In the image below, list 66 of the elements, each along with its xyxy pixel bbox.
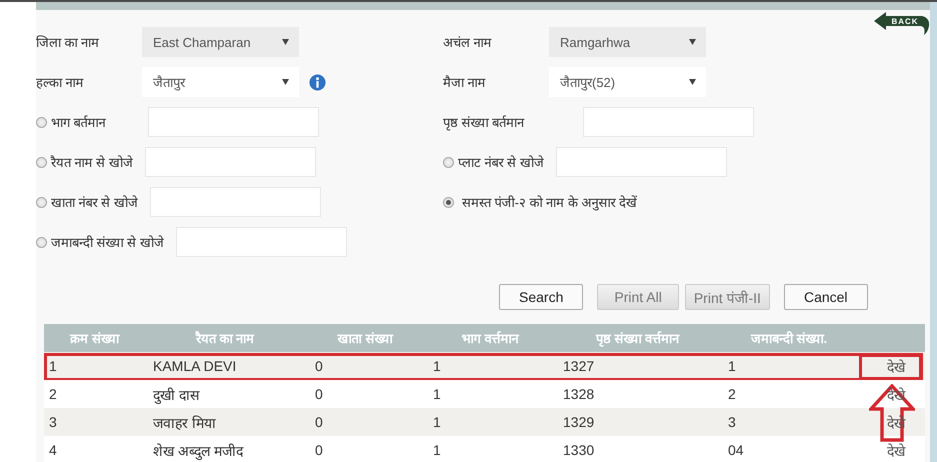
field-label: हल्का नाम <box>36 74 85 91</box>
column-header: खाता संख्या <box>336 330 394 347</box>
back-button[interactable]: BACK <box>874 12 930 36</box>
view-link[interactable]: देखे <box>887 356 905 376</box>
table-cell-text: 1328 <box>562 386 596 402</box>
table-cell-text: 04 <box>727 442 745 458</box>
table-cell-text: 0 <box>314 414 324 430</box>
info-icon[interactable] <box>309 74 326 90</box>
radio-button[interactable] <box>443 156 454 168</box>
table-cell-text: 1330 <box>562 442 596 458</box>
caret-icon <box>689 39 696 45</box>
table-cell-text: 3 <box>48 414 58 430</box>
radio-button[interactable] <box>36 196 47 208</box>
table-cell-text: 2 <box>727 386 737 402</box>
input-field[interactable] <box>176 227 347 257</box>
callout-arrow <box>869 384 915 442</box>
table-cell-text: 1 <box>727 358 737 374</box>
column-header: भाग वर्त्तमान <box>460 330 520 347</box>
input-field[interactable] <box>150 187 321 217</box>
table-cell-text: दुखी दास <box>152 386 201 404</box>
table-cell-text: 1 <box>432 386 442 402</box>
view-link[interactable]: देखे <box>887 440 905 460</box>
table-cell-text: 1 <box>48 358 58 374</box>
table-cell-text: जवाहर मिया <box>152 414 217 432</box>
field-label: पृष्ठ संख्या बर्तमान <box>443 114 526 131</box>
table-cell-text: 0 <box>314 442 324 458</box>
action-button[interactable]: Search <box>499 284 584 310</box>
caret-icon <box>689 79 696 85</box>
radio-button[interactable] <box>36 156 47 168</box>
field-label: जिला का नाम <box>36 34 100 51</box>
field-label: रैयत नाम से खोजे <box>51 154 133 171</box>
radio-button[interactable] <box>36 116 47 128</box>
input-field[interactable] <box>144 147 316 177</box>
table-cell-text: 3 <box>727 414 737 430</box>
table-cell-text: 2 <box>48 386 58 402</box>
field-label: मैजा नाम <box>443 74 487 91</box>
column-header: रैयत का नाम <box>194 330 256 347</box>
field-label: अचंल नाम <box>443 34 493 51</box>
table-cell-text: 1 <box>432 358 442 374</box>
table-cell-text: 1329 <box>562 414 596 430</box>
column-header: क्रम संख्या <box>68 330 121 347</box>
column-header: जमाबन्दी संख्या. <box>750 330 828 347</box>
table-cell-text: 4 <box>48 442 58 458</box>
input-field[interactable] <box>556 147 727 177</box>
table-cell-text: 1 <box>432 414 442 430</box>
dropdown[interactable]: जैतापुर <box>142 67 299 97</box>
option-label: समस्त पंजी-२ को नाम के अनुसार देखें <box>462 194 637 211</box>
action-button[interactable]: Cancel <box>784 284 868 310</box>
table-cell-text: 0 <box>314 358 324 374</box>
field-label: प्लाट नंबर से खोजे <box>458 154 544 171</box>
radio-button[interactable] <box>36 236 47 248</box>
column-header: पृष्ठ संख्या वर्त्तमान <box>594 330 681 347</box>
field-label: भाग बर्तमान <box>51 114 107 131</box>
radio-button[interactable] <box>443 196 454 208</box>
input-field[interactable] <box>148 107 319 137</box>
dropdown[interactable]: जैतापुर(52) <box>549 67 706 97</box>
field-label: खाता नंबर से खोजे <box>51 194 138 211</box>
table-cell-text: KAMLA DEVI <box>152 358 238 374</box>
table-cell-text: 1 <box>432 442 442 458</box>
field-label: जमाबन्दी संख्या से खोजे <box>51 234 164 251</box>
caret-icon <box>282 39 289 45</box>
table-cell-text: 0 <box>314 386 324 402</box>
caret-icon <box>282 79 289 85</box>
input-field[interactable] <box>583 107 754 137</box>
table-cell-text: शेख अब्दुल मजीद <box>152 442 244 460</box>
table-cell-text: 1327 <box>562 358 596 374</box>
